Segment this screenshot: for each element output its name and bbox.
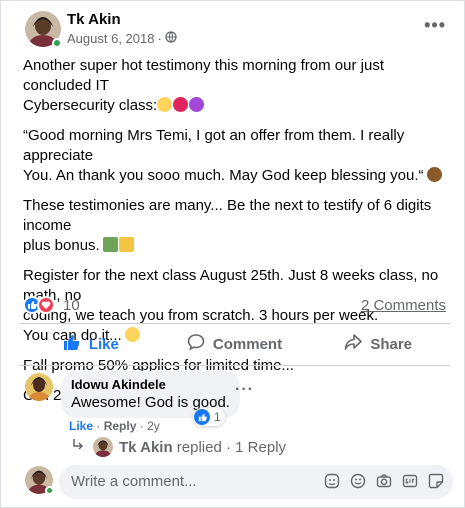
camera-icon[interactable] xyxy=(375,472,393,490)
post-meta: August 6, 2018 · xyxy=(67,31,177,46)
text-line: You. An thank you sooo much. May God kee… xyxy=(23,167,424,184)
composer-icons xyxy=(323,472,445,490)
text-line: These testimonies are many... Be the nex… xyxy=(23,197,432,234)
comment-label: Comment xyxy=(212,335,283,353)
paragraph-2: “Good morning Mrs Temi, I got an offer f… xyxy=(23,126,453,186)
reply-author-avatar xyxy=(93,437,113,457)
gif-icon[interactable] xyxy=(401,472,419,490)
meta-separator: · xyxy=(157,31,162,46)
separator: · xyxy=(226,438,231,456)
reaction-summary[interactable]: 10 xyxy=(23,296,80,314)
text-line: Cybersecurity class: xyxy=(23,97,158,114)
replied-label: replied xyxy=(176,438,222,456)
online-indicator xyxy=(45,486,54,495)
party-emoji-icon xyxy=(118,237,134,252)
smile-emoji-icon xyxy=(157,97,173,112)
comment-button[interactable]: Comment xyxy=(163,325,307,363)
commenter-avatar[interactable] xyxy=(25,373,53,401)
comment-more-icon[interactable]: ··· xyxy=(235,381,254,399)
comment-reaction-count: 1 xyxy=(214,410,221,424)
broom-emoji-icon xyxy=(102,237,118,252)
comment-reply-link[interactable]: Reply xyxy=(104,419,137,433)
paragraph-1: Another super hot testimony this morning… xyxy=(23,56,453,116)
comment-actions: Like · Reply · 2y xyxy=(69,419,160,433)
reaction-count: 10 xyxy=(63,296,80,314)
post-card: Tk Akin August 6, 2018 · ••• Another sup… xyxy=(0,0,465,508)
like-reaction-icon xyxy=(194,409,210,425)
text-line: “Good morning Mrs Temi, I got an offer f… xyxy=(23,127,405,164)
comment-age[interactable]: 2y xyxy=(147,419,160,433)
comment-input-placeholder: Write a comment... xyxy=(71,473,197,490)
share-button[interactable]: Share xyxy=(306,325,450,363)
emoji-icon[interactable] xyxy=(349,472,367,490)
star-eyes-emoji-icon xyxy=(189,97,205,112)
paragraph-3: These testimonies are many... Be the nex… xyxy=(23,196,453,256)
divider xyxy=(19,365,450,366)
share-label: Share xyxy=(370,335,413,353)
comment-reaction-badge[interactable]: 1 xyxy=(193,408,225,426)
online-indicator xyxy=(52,38,62,48)
like-label: Like xyxy=(88,335,119,353)
text-line: Another super hot testimony this morning… xyxy=(23,57,384,94)
love-reaction-icon xyxy=(37,296,55,314)
post-date[interactable]: August 6, 2018 xyxy=(67,31,154,46)
commenter-name[interactable]: Idowu Akindele xyxy=(71,377,230,392)
comment-like-link[interactable]: Like xyxy=(69,419,93,433)
avatar-sticker-icon[interactable] xyxy=(323,472,341,490)
replies-toggle[interactable]: Tk Akin replied · 1 Reply xyxy=(71,437,286,457)
share-icon xyxy=(344,333,363,355)
globe-icon xyxy=(165,31,177,46)
reply-author: Tk Akin xyxy=(119,438,173,456)
more-options-icon[interactable]: ••• xyxy=(424,15,446,36)
clap-emoji-icon xyxy=(426,167,442,182)
heart-emoji-icon xyxy=(173,97,189,112)
comment-input[interactable]: Write a comment... xyxy=(59,465,453,499)
reply-count: 1 Reply xyxy=(235,438,287,456)
separator: · xyxy=(96,419,101,433)
text-line: plus bonus. xyxy=(23,237,100,254)
like-button[interactable]: Like xyxy=(19,325,163,363)
comments-count-link[interactable]: 2 Comments xyxy=(361,297,446,314)
sticker-icon[interactable] xyxy=(427,472,445,490)
thumbs-up-icon xyxy=(63,333,81,355)
separator: · xyxy=(139,419,144,433)
comment-icon xyxy=(187,333,205,355)
author-name[interactable]: Tk Akin xyxy=(67,11,121,28)
reply-arrow-icon xyxy=(71,438,85,456)
divider xyxy=(19,323,450,324)
post-actions: Like Comment Share xyxy=(19,325,450,363)
